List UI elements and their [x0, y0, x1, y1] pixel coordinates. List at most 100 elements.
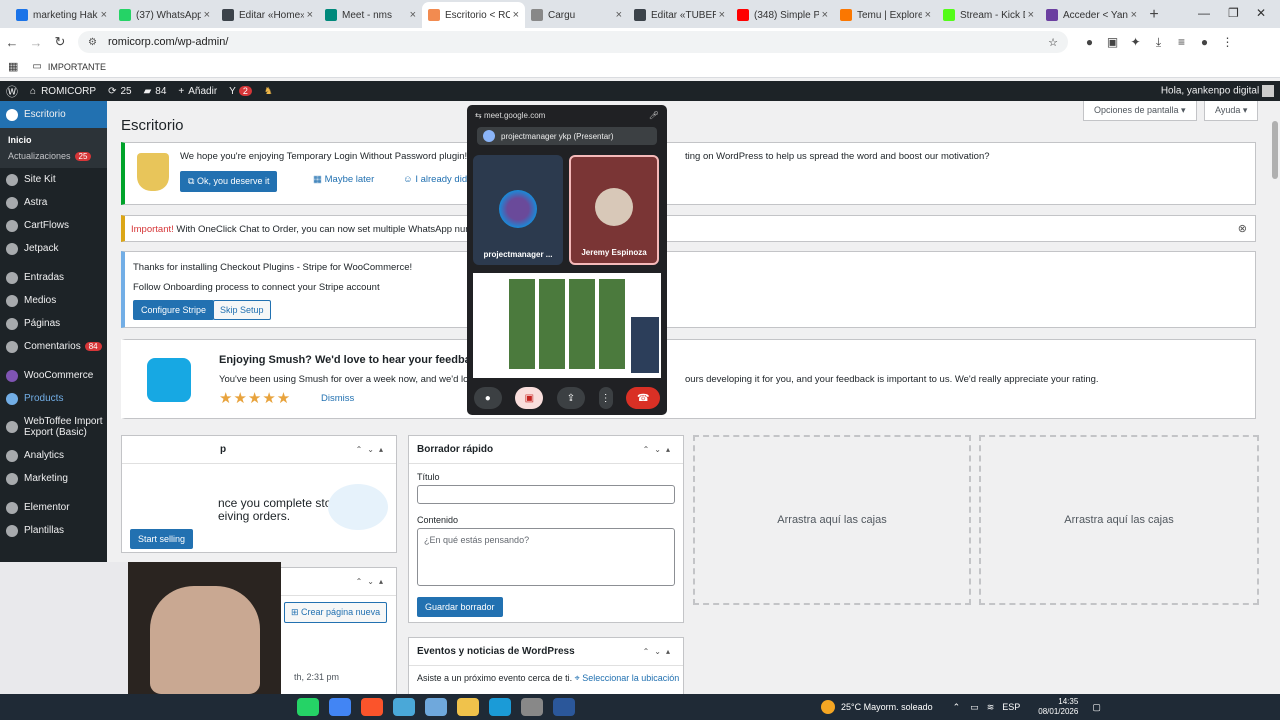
microphone-icon[interactable]: ●: [473, 387, 502, 409]
site-name-link[interactable]: ⌂ ROMICORP: [24, 86, 102, 97]
weather-text[interactable]: 25°C Mayorm. soleado: [841, 702, 933, 712]
sidebar-item-cartflows[interactable]: CartFlows: [0, 214, 107, 237]
page-scrollbar[interactable]: [1272, 121, 1278, 179]
download-icon[interactable]: ⤓: [1147, 35, 1170, 50]
user-greeting[interactable]: Hola, yankenpo digital: [1161, 85, 1280, 97]
sidebar-item-plantillas[interactable]: Plantillas: [0, 519, 107, 542]
configure-stripe-button[interactable]: Configure Stripe: [133, 300, 215, 320]
chrome-taskbar-icon[interactable]: [329, 698, 351, 716]
tab-close-icon[interactable]: ×: [307, 9, 313, 21]
box-arrows[interactable]: ⌃⌄▴: [643, 445, 675, 454]
new-content-link[interactable]: + Añadir: [172, 86, 223, 97]
wifi-icon[interactable]: ≋: [987, 702, 995, 713]
forward-icon[interactable]: →: [24, 35, 48, 50]
drop-zone-1[interactable]: Arrastra aquí las cajas: [693, 435, 971, 605]
maybe-later-link[interactable]: ▦ Maybe later: [313, 174, 374, 185]
bookmark-star-icon[interactable]: ☆: [1048, 36, 1058, 49]
box-arrows[interactable]: ⌃⌄▴: [643, 647, 675, 656]
browser-tab[interactable]: Editar «TUBERÍ ×: [628, 2, 731, 28]
github-taskbar-icon[interactable]: [521, 698, 543, 716]
browser-tab[interactable]: Editar «Home» ×: [216, 2, 319, 28]
apps-grid-icon[interactable]: ▦: [8, 60, 18, 73]
notification-icon[interactable]: ▢: [1092, 702, 1101, 713]
browser-tab[interactable]: (348) Simple Pl ×: [731, 2, 834, 28]
clock[interactable]: 14:35 08/01/2026: [1038, 697, 1078, 717]
dismiss-icon[interactable]: ⊗: [1238, 222, 1247, 235]
tab-close-icon[interactable]: ×: [513, 9, 519, 21]
steam-taskbar-icon[interactable]: [489, 698, 511, 716]
present-screen-icon[interactable]: ⇪: [556, 387, 585, 409]
browser-tab[interactable]: (37) WhatsApp ×: [113, 2, 216, 28]
drop-zone-2[interactable]: Arrastra aquí las cajas: [979, 435, 1259, 605]
comments-link[interactable]: ▰ 84: [138, 86, 173, 97]
sidebar-item-entradas[interactable]: Entradas: [0, 266, 107, 289]
extension-2-icon[interactable]: ▣: [1101, 35, 1124, 49]
tray-chevron-icon[interactable]: ⌃: [953, 702, 961, 713]
tab-close-icon[interactable]: ×: [1131, 9, 1137, 21]
start-selling-button[interactable]: Start selling: [130, 529, 194, 549]
more-options-icon[interactable]: ⋮: [598, 387, 613, 409]
draft-title-input[interactable]: [417, 485, 675, 504]
updates-link[interactable]: ⟳ 25: [102, 86, 138, 97]
draft-content-textarea[interactable]: ¿En qué estás pensando?: [417, 528, 675, 586]
rating-stars[interactable]: ★★★★★: [219, 389, 291, 407]
network-icon[interactable]: ▭: [970, 702, 979, 713]
participant-tile-1[interactable]: projectmanager ...: [473, 155, 563, 265]
submenu-home[interactable]: Inicio: [0, 132, 107, 148]
browser-tab[interactable]: Acceder < Yank ×: [1040, 2, 1143, 28]
sidebar-item-medios[interactable]: Medios: [0, 289, 107, 312]
lang-indicator[interactable]: ESP: [1002, 702, 1020, 712]
smush-dismiss-link[interactable]: Dismiss: [321, 393, 354, 404]
url-input[interactable]: ⚙ romicorp.com/wp-admin/ ☆: [78, 31, 1068, 53]
brave-taskbar-icon[interactable]: [361, 698, 383, 716]
tab-close-icon[interactable]: ×: [1028, 9, 1034, 21]
tab-close-icon[interactable]: ×: [410, 9, 416, 21]
end-call-icon[interactable]: ☎: [626, 387, 661, 409]
woo-notification-icon[interactable]: ♞: [258, 86, 279, 97]
close-window-icon[interactable]: ✕: [1256, 6, 1266, 20]
reload-icon[interactable]: ↻: [48, 34, 72, 50]
minimize-icon[interactable]: —: [1198, 6, 1210, 20]
box-arrows[interactable]: ⌃⌄▴: [356, 445, 388, 454]
browser-tab[interactable]: Stream - Kick D ×: [937, 2, 1040, 28]
app-taskbar-icon[interactable]: [393, 698, 415, 716]
screen-options-button[interactable]: Opciones de pantalla ▾: [1083, 101, 1197, 121]
tab-close-icon[interactable]: ×: [616, 9, 622, 21]
new-tab-button[interactable]: +: [1143, 2, 1165, 28]
already-did-link[interactable]: ☺ I already did: [403, 174, 467, 185]
wordpress-logo-icon[interactable]: Ⓦ: [0, 83, 24, 100]
sidebar-item-astra[interactable]: Astra: [0, 191, 107, 214]
ok-you-deserve-it-button[interactable]: ⧉ Ok, you deserve it: [180, 171, 278, 192]
sidebar-item-comentarios[interactable]: Comentarios 84: [0, 335, 107, 358]
sidebar-item-site-kit[interactable]: Site Kit: [0, 168, 107, 191]
tab-close-icon[interactable]: ×: [925, 9, 931, 21]
menu-kebab-icon[interactable]: ⋮: [1216, 35, 1239, 49]
tab-close-icon[interactable]: ×: [101, 9, 107, 21]
save-draft-button[interactable]: Guardar borrador: [417, 597, 503, 617]
sidebar-item-dashboard[interactable]: Escritorio: [0, 101, 107, 128]
create-page-button[interactable]: ⊞ Crear página nueva: [284, 602, 388, 623]
tab-close-icon[interactable]: ×: [719, 9, 725, 21]
sidebar-item-webtoffee-import-export-basic[interactable]: WebToffee Import Export (Basic): [0, 410, 107, 444]
word-taskbar-icon[interactable]: [553, 698, 575, 716]
bookmark-important[interactable]: IMPORTANTE: [48, 62, 106, 72]
browser-tab[interactable]: Temu | Explore ×: [834, 2, 937, 28]
participant-tile-2[interactable]: Jeremy Espinoza: [569, 155, 659, 265]
browser-tab[interactable]: Meet - nms ×: [319, 2, 422, 28]
extensions-puzzle-icon[interactable]: ✦: [1124, 35, 1147, 49]
yoast-link[interactable]: Y2: [223, 86, 258, 97]
browser-tab[interactable]: Cargu ×: [525, 2, 628, 28]
sidebar-item-products[interactable]: Products: [0, 387, 107, 410]
sidebar-item-woocommerce[interactable]: WooCommerce: [0, 364, 107, 387]
site-info-icon[interactable]: ⚙: [88, 37, 100, 48]
box-arrows[interactable]: ⌃⌄▴: [356, 577, 388, 586]
extension-icon[interactable]: ●: [1078, 35, 1101, 49]
camera-off-icon[interactable]: ▣: [515, 387, 544, 409]
tab-close-icon[interactable]: ×: [204, 9, 210, 21]
settings-taskbar-icon[interactable]: [425, 698, 447, 716]
media-icon[interactable]: ≡: [1170, 35, 1193, 49]
folder-taskbar-icon[interactable]: [457, 698, 479, 716]
skip-setup-button[interactable]: Skip Setup: [213, 300, 271, 320]
sidebar-item-analytics[interactable]: Analytics: [0, 444, 107, 467]
tab-close-icon[interactable]: ×: [822, 9, 828, 21]
